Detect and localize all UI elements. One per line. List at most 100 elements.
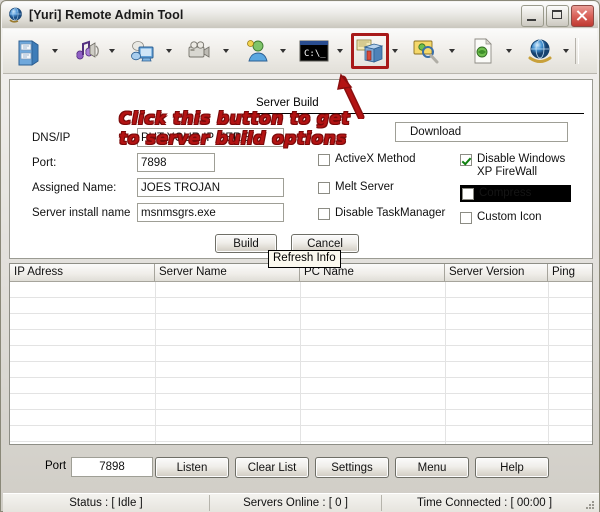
script-dropdown-arrow[interactable] [503,33,514,69]
application-window: [Yuri] Remote Admin Tool [0,0,600,512]
column-header-ping[interactable]: Ping [548,264,592,282]
toolbar-item-remote-desktop[interactable] [117,31,174,71]
listen-button[interactable]: Listen [155,457,229,478]
status-text: Status : [ Idle ] [3,495,210,511]
disable-taskmanager-checkbox[interactable] [318,208,330,220]
melt-server-label: Melt Server [335,181,394,194]
script-icon [470,37,496,65]
custom-icon-label: Custom Icon [477,211,542,224]
registry-search-button[interactable] [406,32,446,70]
audio-button[interactable] [66,32,106,70]
disable-firewall-checkbox[interactable] [460,154,472,166]
toolbar-item-file-manager[interactable] [3,31,60,71]
file-manager-button[interactable] [9,32,49,70]
toolbar-item-audio[interactable] [60,31,117,71]
activex-method-checkbox[interactable] [318,154,330,166]
assigned-name-label: Assigned Name: [32,182,137,194]
audio-dropdown-arrow[interactable] [106,33,117,69]
remote-desktop-button[interactable] [123,32,163,70]
compress-label: Compress [479,187,531,200]
network-globe-icon [525,37,555,65]
assigned-name-input[interactable] [137,178,284,197]
help-button[interactable]: Help [475,457,549,478]
servers-online-text: Servers Online : [ 0 ] [210,495,382,511]
webcam-button[interactable] [180,32,220,70]
user-dropdown-arrow[interactable] [277,33,288,69]
command-prompt-dropdown-arrow[interactable] [334,33,345,69]
port-input[interactable] [137,153,215,172]
compress-checkbox[interactable] [462,188,474,200]
list-item[interactable] [10,298,592,314]
toolbar-item-command-prompt[interactable]: C:\_ [288,31,345,71]
server-build-divider [246,113,584,114]
toolbar-item-webcam[interactable] [174,31,231,71]
custom-icon-checkbox-row[interactable]: Custom Icon [460,211,542,224]
window-controls [521,5,594,27]
list-item[interactable] [10,378,592,394]
network-globe-dropdown-arrow[interactable] [560,33,571,69]
custom-icon-checkbox[interactable] [460,212,472,224]
activex-method-checkbox-row[interactable]: ActiveX Method [318,153,416,166]
list-item[interactable] [10,362,592,378]
list-item[interactable] [10,330,592,346]
user-button[interactable] [237,32,277,70]
servers-list[interactable]: IP Adress Server Name PC Name Server Ver… [9,263,593,445]
bottom-toolbar: Port Listen Clear List Settings Menu Hel… [9,449,593,487]
dns-ip-input[interactable] [137,128,284,147]
toolbar-item-script[interactable] [457,31,514,71]
registry-search-icon [411,37,441,65]
disable-firewall-checkbox-row[interactable]: Disable Windows XP FireWall [460,153,580,178]
list-item[interactable] [10,394,592,410]
maximize-button[interactable] [546,5,569,27]
remote-desktop-dropdown-arrow[interactable] [163,33,174,69]
list-item[interactable] [10,314,592,330]
list-body[interactable] [10,282,592,445]
server-install-name-row: Server install name [32,203,284,222]
column-divider [155,282,156,445]
toolbar-item-registry-search[interactable] [400,31,457,71]
network-globe-button[interactable] [520,32,560,70]
disable-taskmanager-checkbox-row[interactable]: Disable TaskManager [318,207,445,220]
window-title: [Yuri] Remote Admin Tool [29,8,183,22]
melt-server-checkbox[interactable] [318,182,330,194]
activex-method-label: ActiveX Method [335,153,416,166]
column-divider [300,282,301,445]
column-header-server-version[interactable]: Server Version [445,264,548,282]
disable-firewall-label: Disable Windows XP FireWall [477,153,577,178]
toolbar-item-network-globe[interactable] [514,31,571,71]
clear-list-button[interactable]: Clear List [235,457,309,478]
server-build-button[interactable] [351,33,389,69]
toolbar-item-user[interactable] [231,31,288,71]
list-item[interactable] [10,282,592,298]
list-item[interactable] [10,426,592,442]
file-manager-dropdown-arrow[interactable] [49,33,60,69]
close-button[interactable] [571,5,594,27]
server-build-panel: Server Build DNS/IP Port: Assigned Name:… [9,79,593,259]
registry-search-dropdown-arrow[interactable] [446,33,457,69]
minimize-button[interactable] [521,5,544,27]
dns-ip-label: DNS/IP [32,132,137,144]
bottom-port-label: Port [45,460,66,472]
globe-icon [7,7,24,24]
script-button[interactable] [463,32,503,70]
server-install-name-input[interactable] [137,203,284,222]
compress-checkbox-row[interactable]: Compress [460,185,571,202]
menu-button[interactable]: Menu [395,457,469,478]
melt-server-checkbox-row[interactable]: Melt Server [318,181,394,194]
bottom-port-input[interactable] [71,457,153,477]
list-item[interactable] [10,346,592,362]
settings-button[interactable]: Settings [315,457,389,478]
command-prompt-button[interactable]: C:\_ [294,32,334,70]
server-build-dropdown-arrow[interactable] [389,33,400,69]
audio-icon [71,36,101,66]
column-header-ip-address[interactable]: IP Adress [10,264,155,282]
disable-taskmanager-label: Disable TaskManager [335,207,445,220]
status-bar: Status : [ Idle ] Servers Online : [ 0 ]… [3,493,599,512]
webcam-dropdown-arrow[interactable] [220,33,231,69]
time-connected-text: Time Connected : [ 00:00 ] [382,495,587,511]
list-item[interactable] [10,410,592,426]
command-prompt-icon: C:\_ [298,38,330,64]
toolbar-item-server-build[interactable] [345,31,400,71]
resize-grip-icon[interactable] [584,499,596,510]
server-build-heading: Server Build [256,97,319,109]
